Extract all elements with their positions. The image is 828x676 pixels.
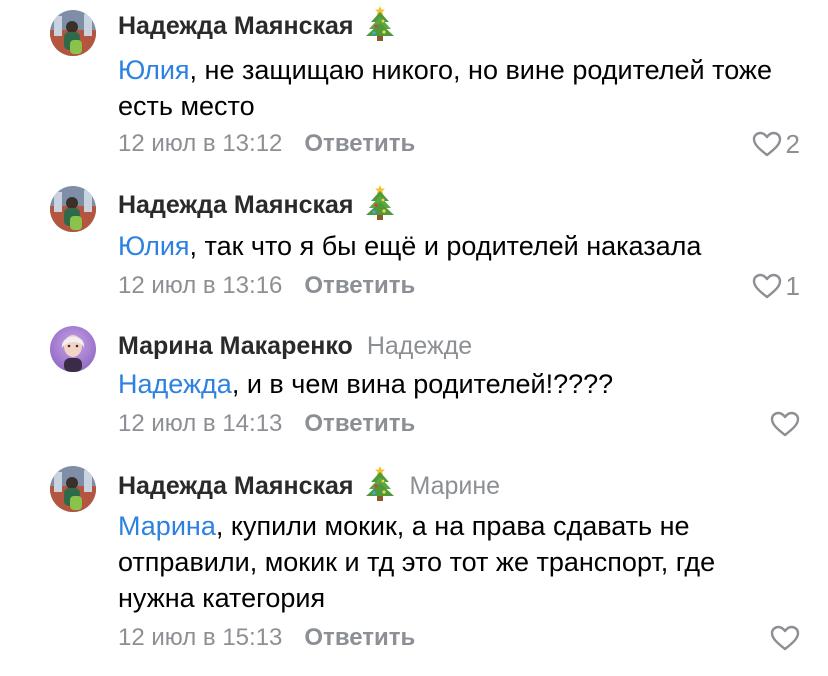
mention-link[interactable]: Юлия <box>118 55 190 85</box>
comment-body: , не защищаю никого, но вине родителей т… <box>118 55 772 121</box>
comment-text: Надежда, и в чем вина родителей!???? <box>118 366 798 402</box>
like-button[interactable] <box>770 409 800 439</box>
like-button[interactable]: 2 <box>752 129 800 159</box>
like-button[interactable]: 1 <box>752 271 800 301</box>
avatar[interactable] <box>50 186 96 232</box>
comment-body: , так что я бы ещё и родителей наказала <box>189 231 702 261</box>
heart-icon <box>752 131 781 157</box>
author-name[interactable]: Надежда Маянская <box>118 472 353 501</box>
comment-date: 12 июл в 13:16 <box>118 272 283 299</box>
comment-text: Юлия, так что я бы ещё и родителей наказ… <box>118 228 798 264</box>
mention-link[interactable]: Юлия <box>118 231 190 261</box>
reply-to-link[interactable]: Марине <box>409 472 500 501</box>
reply-button[interactable]: Ответить <box>304 410 415 438</box>
author-name[interactable]: Надежда Маянская <box>118 191 353 220</box>
comment-meta: 12 июл в 15:13 Ответить <box>118 623 415 653</box>
comment-body: , и в чем вина родителей!???? <box>231 369 614 399</box>
comment-header: Марина Макаренко Надежде <box>118 330 472 362</box>
christmas-tree-icon <box>365 184 395 220</box>
comment-header: Надежда Маянская Марине <box>118 466 500 502</box>
reply-to-link[interactable]: Надежде <box>367 332 472 361</box>
comment-text: Марина, купили мокик, а на права сдавать… <box>118 508 798 616</box>
reply-button[interactable]: Ответить <box>304 624 415 652</box>
christmas-tree-icon <box>365 5 395 41</box>
avatar[interactable] <box>50 466 96 512</box>
like-count: 2 <box>785 128 800 159</box>
avatar[interactable] <box>50 10 96 56</box>
comment-text: Юлия, не защищаю никого, но вине родител… <box>118 52 798 124</box>
like-button[interactable] <box>770 623 800 653</box>
mention-link[interactable]: Надежда <box>118 369 232 399</box>
comment-header: Надежда Маянская <box>118 185 395 221</box>
author-name[interactable]: Марина Макаренко <box>118 332 353 361</box>
christmas-tree-icon <box>365 465 395 501</box>
heart-icon <box>770 411 800 437</box>
avatar[interactable] <box>50 326 96 372</box>
heart-icon <box>770 625 800 651</box>
comment-date: 12 июл в 14:13 <box>118 410 283 437</box>
comment-meta: 12 июл в 13:16 Ответить <box>118 271 415 301</box>
heart-icon <box>752 273 781 299</box>
author-name[interactable]: Надежда Маянская <box>118 12 353 41</box>
comment-date: 12 июл в 15:13 <box>118 624 283 651</box>
comment-meta: 12 июл в 13:12 Ответить <box>118 129 415 159</box>
comment-meta: 12 июл в 14:13 Ответить <box>118 409 415 439</box>
comment-date: 12 июл в 13:12 <box>118 130 283 157</box>
like-count: 1 <box>785 270 800 301</box>
reply-button[interactable]: Ответить <box>304 130 415 158</box>
comment-header: Надежда Маянская <box>118 6 395 42</box>
mention-link[interactable]: Марина <box>118 511 216 541</box>
reply-button[interactable]: Ответить <box>304 272 415 300</box>
